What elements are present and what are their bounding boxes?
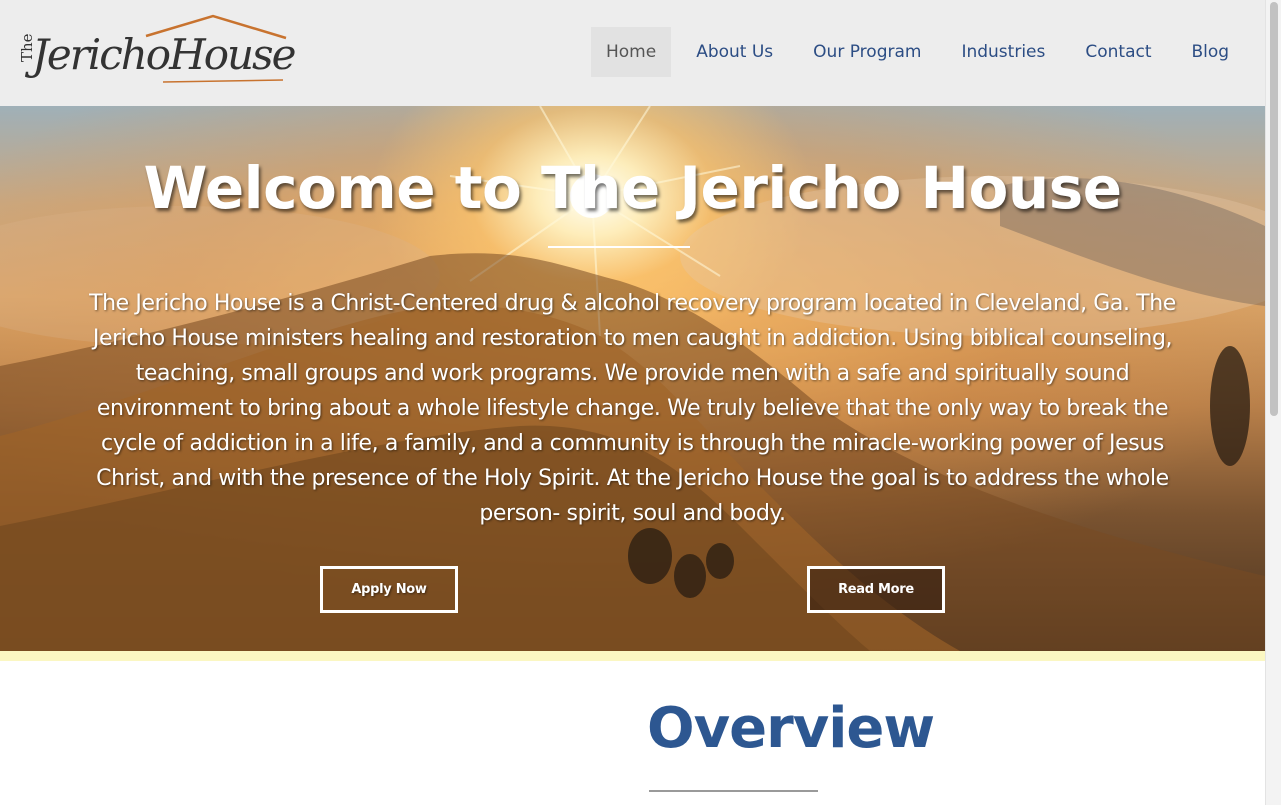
logo-wordmark: JerichoHouse — [32, 30, 296, 79]
overview-divider — [649, 790, 818, 792]
main-nav: Home About Us Our Program Industries Con… — [591, 27, 1254, 77]
site-logo[interactable]: The JerichoHouse — [18, 12, 296, 87]
nav-home[interactable]: Home — [591, 27, 672, 77]
overview-heading: Overview — [647, 696, 935, 761]
nav-our-program[interactable]: Our Program — [798, 27, 936, 77]
logo-house: House — [169, 30, 296, 79]
hero-title: Welcome to The Jericho House — [143, 154, 1122, 222]
nav-about-us[interactable]: About Us — [681, 27, 788, 77]
apply-now-button[interactable]: Apply Now — [320, 566, 458, 613]
read-more-button[interactable]: Read More — [807, 566, 945, 613]
site-header: The JerichoHouse Home About Us Our Progr… — [0, 0, 1265, 106]
logo-jericho: Jericho — [32, 30, 171, 79]
nav-industries[interactable]: Industries — [946, 27, 1060, 77]
nav-blog[interactable]: Blog — [1177, 27, 1245, 77]
hero-description: The Jericho House is a Christ-Centered d… — [89, 291, 1176, 526]
scrollbar-thumb[interactable] — [1270, 2, 1278, 416]
hero-section: Welcome to The Jericho House The Jericho… — [0, 106, 1265, 651]
accent-band — [0, 651, 1265, 661]
nav-contact[interactable]: Contact — [1070, 27, 1166, 77]
page-scrollbar[interactable] — [1265, 0, 1281, 805]
hero-divider — [548, 246, 690, 248]
